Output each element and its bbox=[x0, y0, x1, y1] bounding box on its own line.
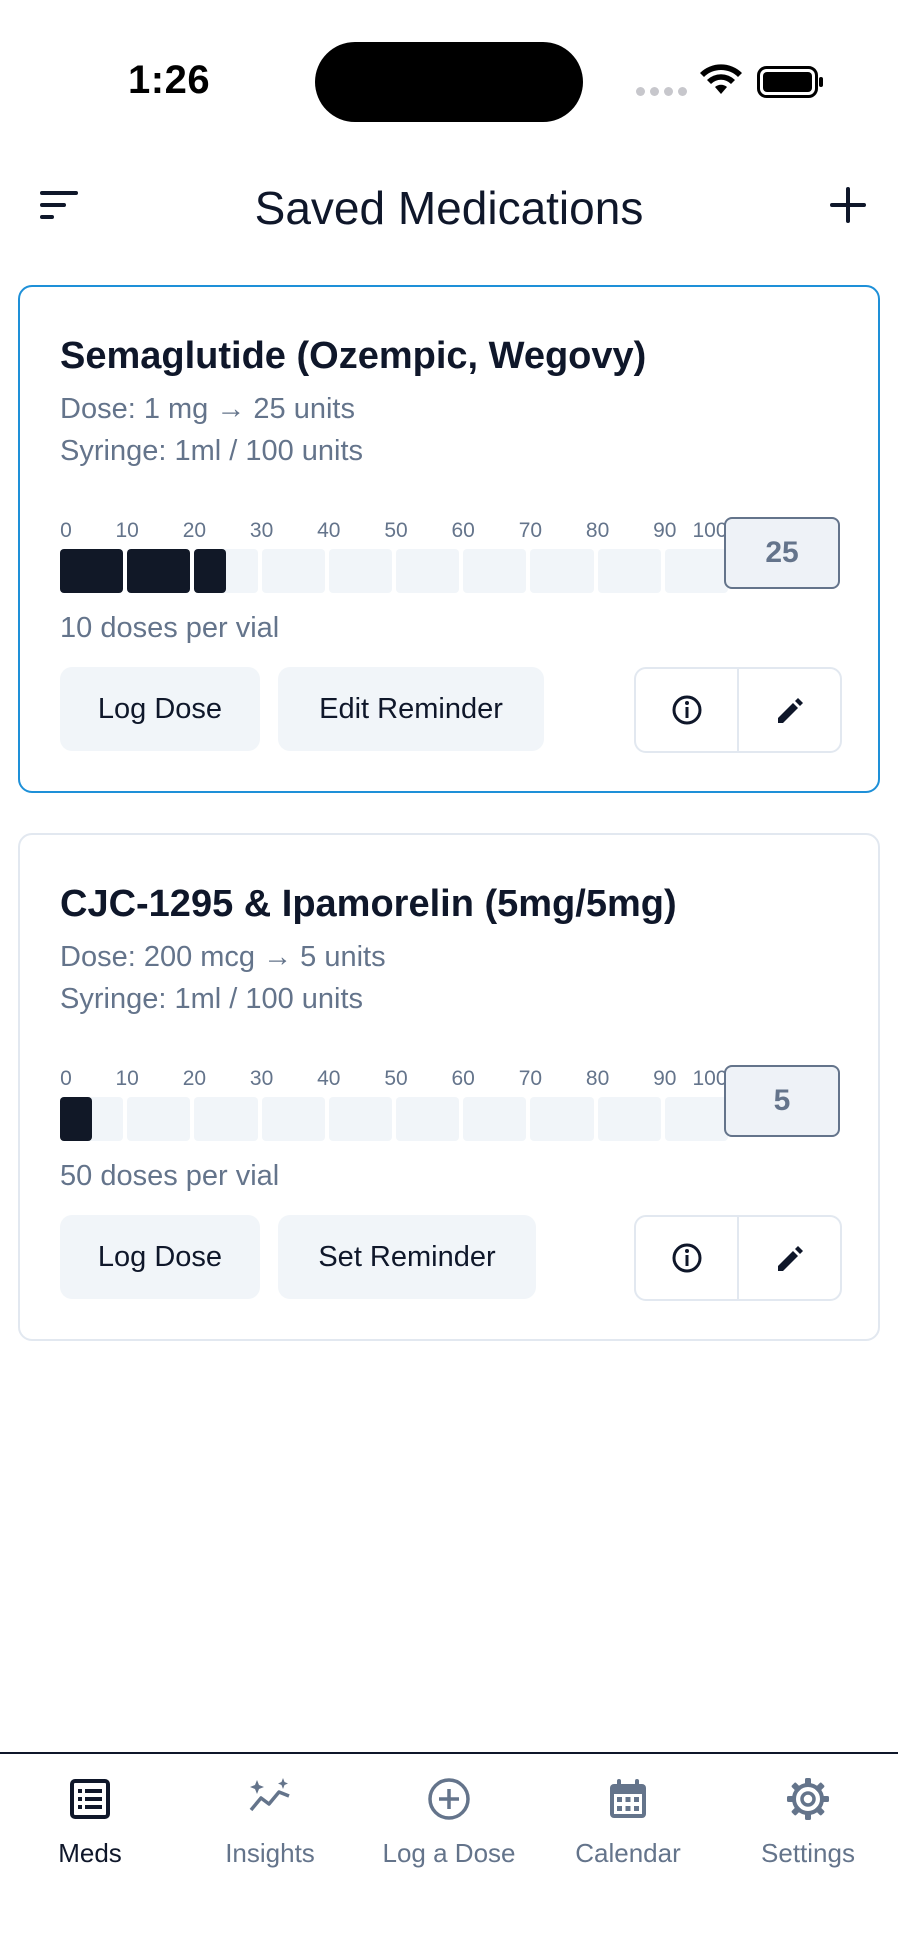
info-icon bbox=[672, 695, 701, 725]
scale-tick-label: 80 bbox=[585, 1067, 610, 1090]
pencil-icon bbox=[777, 1246, 803, 1271]
medication-name: CJC-1295 & Ipamorelin (5mg/5mg) bbox=[60, 883, 677, 925]
edit-reminder-button[interactable]: Edit Reminder bbox=[278, 667, 544, 751]
scale-tick-label: 70 bbox=[518, 519, 543, 542]
scale-tick-label: 0 bbox=[60, 1067, 72, 1090]
tab-settings[interactable]: Settings bbox=[718, 1776, 898, 1886]
list-icon bbox=[70, 1779, 110, 1819]
scale-segment bbox=[396, 1097, 460, 1141]
medication-dose: Dose: 1 mg → 25 units bbox=[60, 393, 355, 425]
scale-tick-label: 70 bbox=[518, 1067, 543, 1090]
scale-tick-label: 80 bbox=[585, 519, 610, 542]
scale-tick-label: 100 bbox=[692, 1067, 728, 1090]
scale-tick-label: 100 bbox=[692, 519, 728, 542]
bottom-tab-bar: Meds Insights Log a Dose Calendar Settin… bbox=[0, 1752, 898, 1950]
scale-segment bbox=[664, 549, 728, 593]
scale-segment bbox=[127, 1097, 191, 1141]
status-time: 1:26 bbox=[128, 58, 211, 102]
scale-segment bbox=[261, 549, 325, 593]
plus-circle-icon bbox=[428, 1778, 470, 1820]
scale-tick-label: 0 bbox=[60, 519, 72, 542]
plus-icon[interactable] bbox=[826, 183, 870, 227]
scale-tick-label: 50 bbox=[384, 1067, 408, 1090]
scale-tick-label: 40 bbox=[317, 1067, 341, 1090]
scale-tick-label: 30 bbox=[249, 1067, 274, 1090]
tab-label: Calendar bbox=[575, 1838, 681, 1868]
medication-name: Semaglutide (Ozempic, Wegovy) bbox=[60, 335, 647, 377]
medication-card[interactable]: CJC-1295 & Ipamorelin (5mg/5mg) Dose: 20… bbox=[18, 833, 880, 1341]
scale-segment bbox=[530, 549, 594, 593]
scale-tick-label: 20 bbox=[182, 1067, 207, 1090]
scale-tick-label: 20 bbox=[182, 519, 207, 542]
scale-tick-label: 90 bbox=[653, 519, 677, 542]
card-actions bbox=[634, 1215, 842, 1301]
syringe-scale: 0 10 20 30 40 50 60 70 80 90 100 bbox=[60, 1067, 728, 1147]
scale-fill bbox=[194, 549, 226, 593]
card-actions bbox=[634, 667, 842, 753]
medication-dose: Dose: 200 mcg → 5 units bbox=[60, 941, 386, 973]
scale-segment bbox=[664, 1097, 728, 1141]
cellular-signal-icon bbox=[636, 87, 687, 96]
scale-segment bbox=[597, 549, 661, 593]
scale-segment bbox=[261, 1097, 325, 1141]
scale-fill bbox=[60, 1097, 92, 1141]
scale-tick-label: 10 bbox=[115, 1067, 139, 1090]
status-bar: 1:26 bbox=[0, 0, 898, 130]
scale-tick-label: 30 bbox=[249, 519, 274, 542]
pencil-icon bbox=[777, 698, 803, 723]
log-dose-button[interactable]: Log Dose bbox=[60, 1215, 260, 1299]
info-icon bbox=[672, 1243, 701, 1273]
doses-per-vial: 50 doses per vial bbox=[60, 1160, 280, 1192]
tab-calendar[interactable]: Calendar bbox=[538, 1776, 718, 1886]
tab-label: Meds bbox=[58, 1838, 122, 1868]
gear-icon bbox=[787, 1778, 829, 1820]
tab-meds[interactable]: Meds bbox=[0, 1776, 180, 1886]
scale-fill bbox=[60, 549, 124, 593]
scale-segment bbox=[396, 549, 460, 593]
scale-segment bbox=[463, 1097, 527, 1141]
battery-icon bbox=[757, 66, 823, 98]
scale-segment bbox=[530, 1097, 594, 1141]
dynamic-island bbox=[315, 42, 583, 122]
tab-label: Log a Dose bbox=[382, 1838, 516, 1868]
tab-label: Settings bbox=[761, 1838, 855, 1868]
set-reminder-button[interactable]: Set Reminder bbox=[278, 1215, 536, 1299]
units-value: 5 bbox=[724, 1065, 840, 1137]
info-button[interactable] bbox=[636, 669, 737, 751]
syringe-track bbox=[60, 549, 728, 593]
log-dose-button[interactable]: Log Dose bbox=[60, 667, 260, 751]
medication-card[interactable]: Semaglutide (Ozempic, Wegovy) Dose: 1 mg… bbox=[18, 285, 880, 793]
scale-segment bbox=[328, 1097, 392, 1141]
scale-tick-label: 10 bbox=[115, 519, 139, 542]
medication-syringe: Syringe: 1ml / 100 units bbox=[60, 435, 364, 467]
scale-tick-label: 90 bbox=[653, 1067, 677, 1090]
scale-tick-label: 50 bbox=[384, 519, 408, 542]
medication-syringe: Syringe: 1ml / 100 units bbox=[60, 983, 364, 1015]
units-value: 25 bbox=[724, 517, 840, 589]
sparkle-chart-icon bbox=[249, 1778, 290, 1812]
scale-segment bbox=[463, 549, 527, 593]
scale-segment bbox=[328, 549, 392, 593]
doses-per-vial: 10 doses per vial bbox=[60, 612, 280, 644]
scale-fill bbox=[127, 549, 191, 593]
tab-log-a-dose[interactable]: Log a Dose bbox=[359, 1776, 539, 1886]
scale-segment bbox=[597, 1097, 661, 1141]
page-title: Saved Medications bbox=[254, 182, 644, 234]
scale-tick-label: 60 bbox=[451, 1067, 475, 1090]
scale-tick-label: 60 bbox=[451, 519, 475, 542]
info-button[interactable] bbox=[636, 1217, 737, 1299]
edit-button[interactable] bbox=[737, 1217, 840, 1299]
syringe-scale: 0 10 20 30 40 50 60 70 80 90 100 bbox=[60, 519, 728, 599]
app-header: Saved Medications bbox=[0, 165, 898, 245]
calendar-icon bbox=[610, 1779, 646, 1818]
tab-label: Insights bbox=[225, 1838, 315, 1868]
scale-segment bbox=[194, 1097, 258, 1141]
scale-tick-label: 40 bbox=[317, 519, 341, 542]
wifi-icon bbox=[700, 64, 742, 94]
tab-insights[interactable]: Insights bbox=[180, 1776, 360, 1886]
edit-button[interactable] bbox=[737, 669, 840, 751]
syringe-track bbox=[60, 1097, 728, 1141]
